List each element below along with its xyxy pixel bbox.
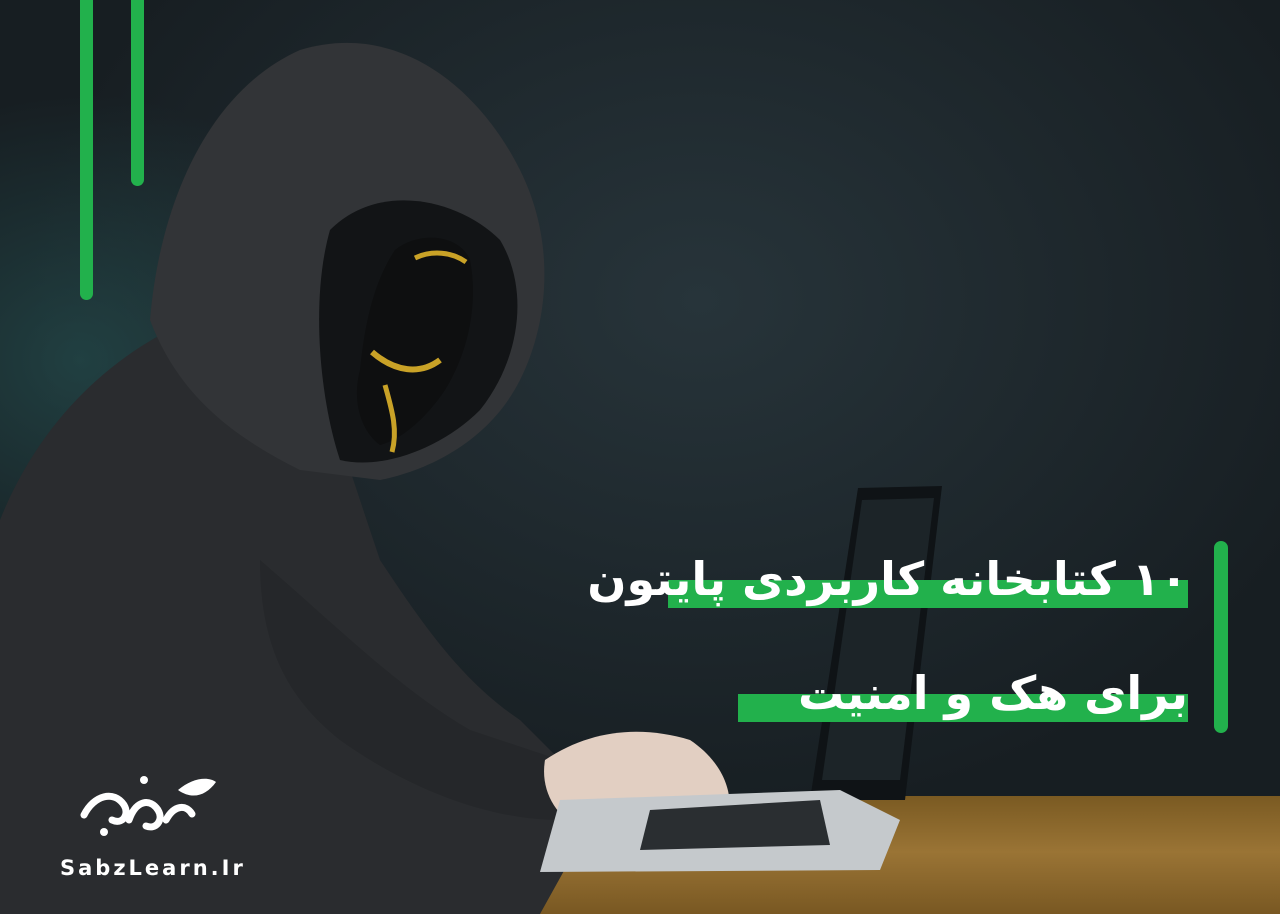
title-line-1: ۱۰ کتابخانه کاربردی پایتون xyxy=(587,548,1188,610)
page-title-line-2: برای هک و امنیت xyxy=(798,666,1188,720)
article-banner: ۱۰ کتابخانه کاربردی پایتون برای هک و امن… xyxy=(0,0,1280,914)
brand-site-text: SabzLearn.Ir xyxy=(60,856,246,880)
title-accent-bar xyxy=(1214,541,1228,733)
page-title-line-1: ۱۰ کتابخانه کاربردی پایتون xyxy=(587,552,1188,606)
title-block: ۱۰ کتابخانه کاربردی پایتون برای هک و امن… xyxy=(587,548,1188,776)
title-line-2: برای هک و امنیت xyxy=(668,662,1188,724)
sabzlearn-logo-icon xyxy=(80,776,216,836)
